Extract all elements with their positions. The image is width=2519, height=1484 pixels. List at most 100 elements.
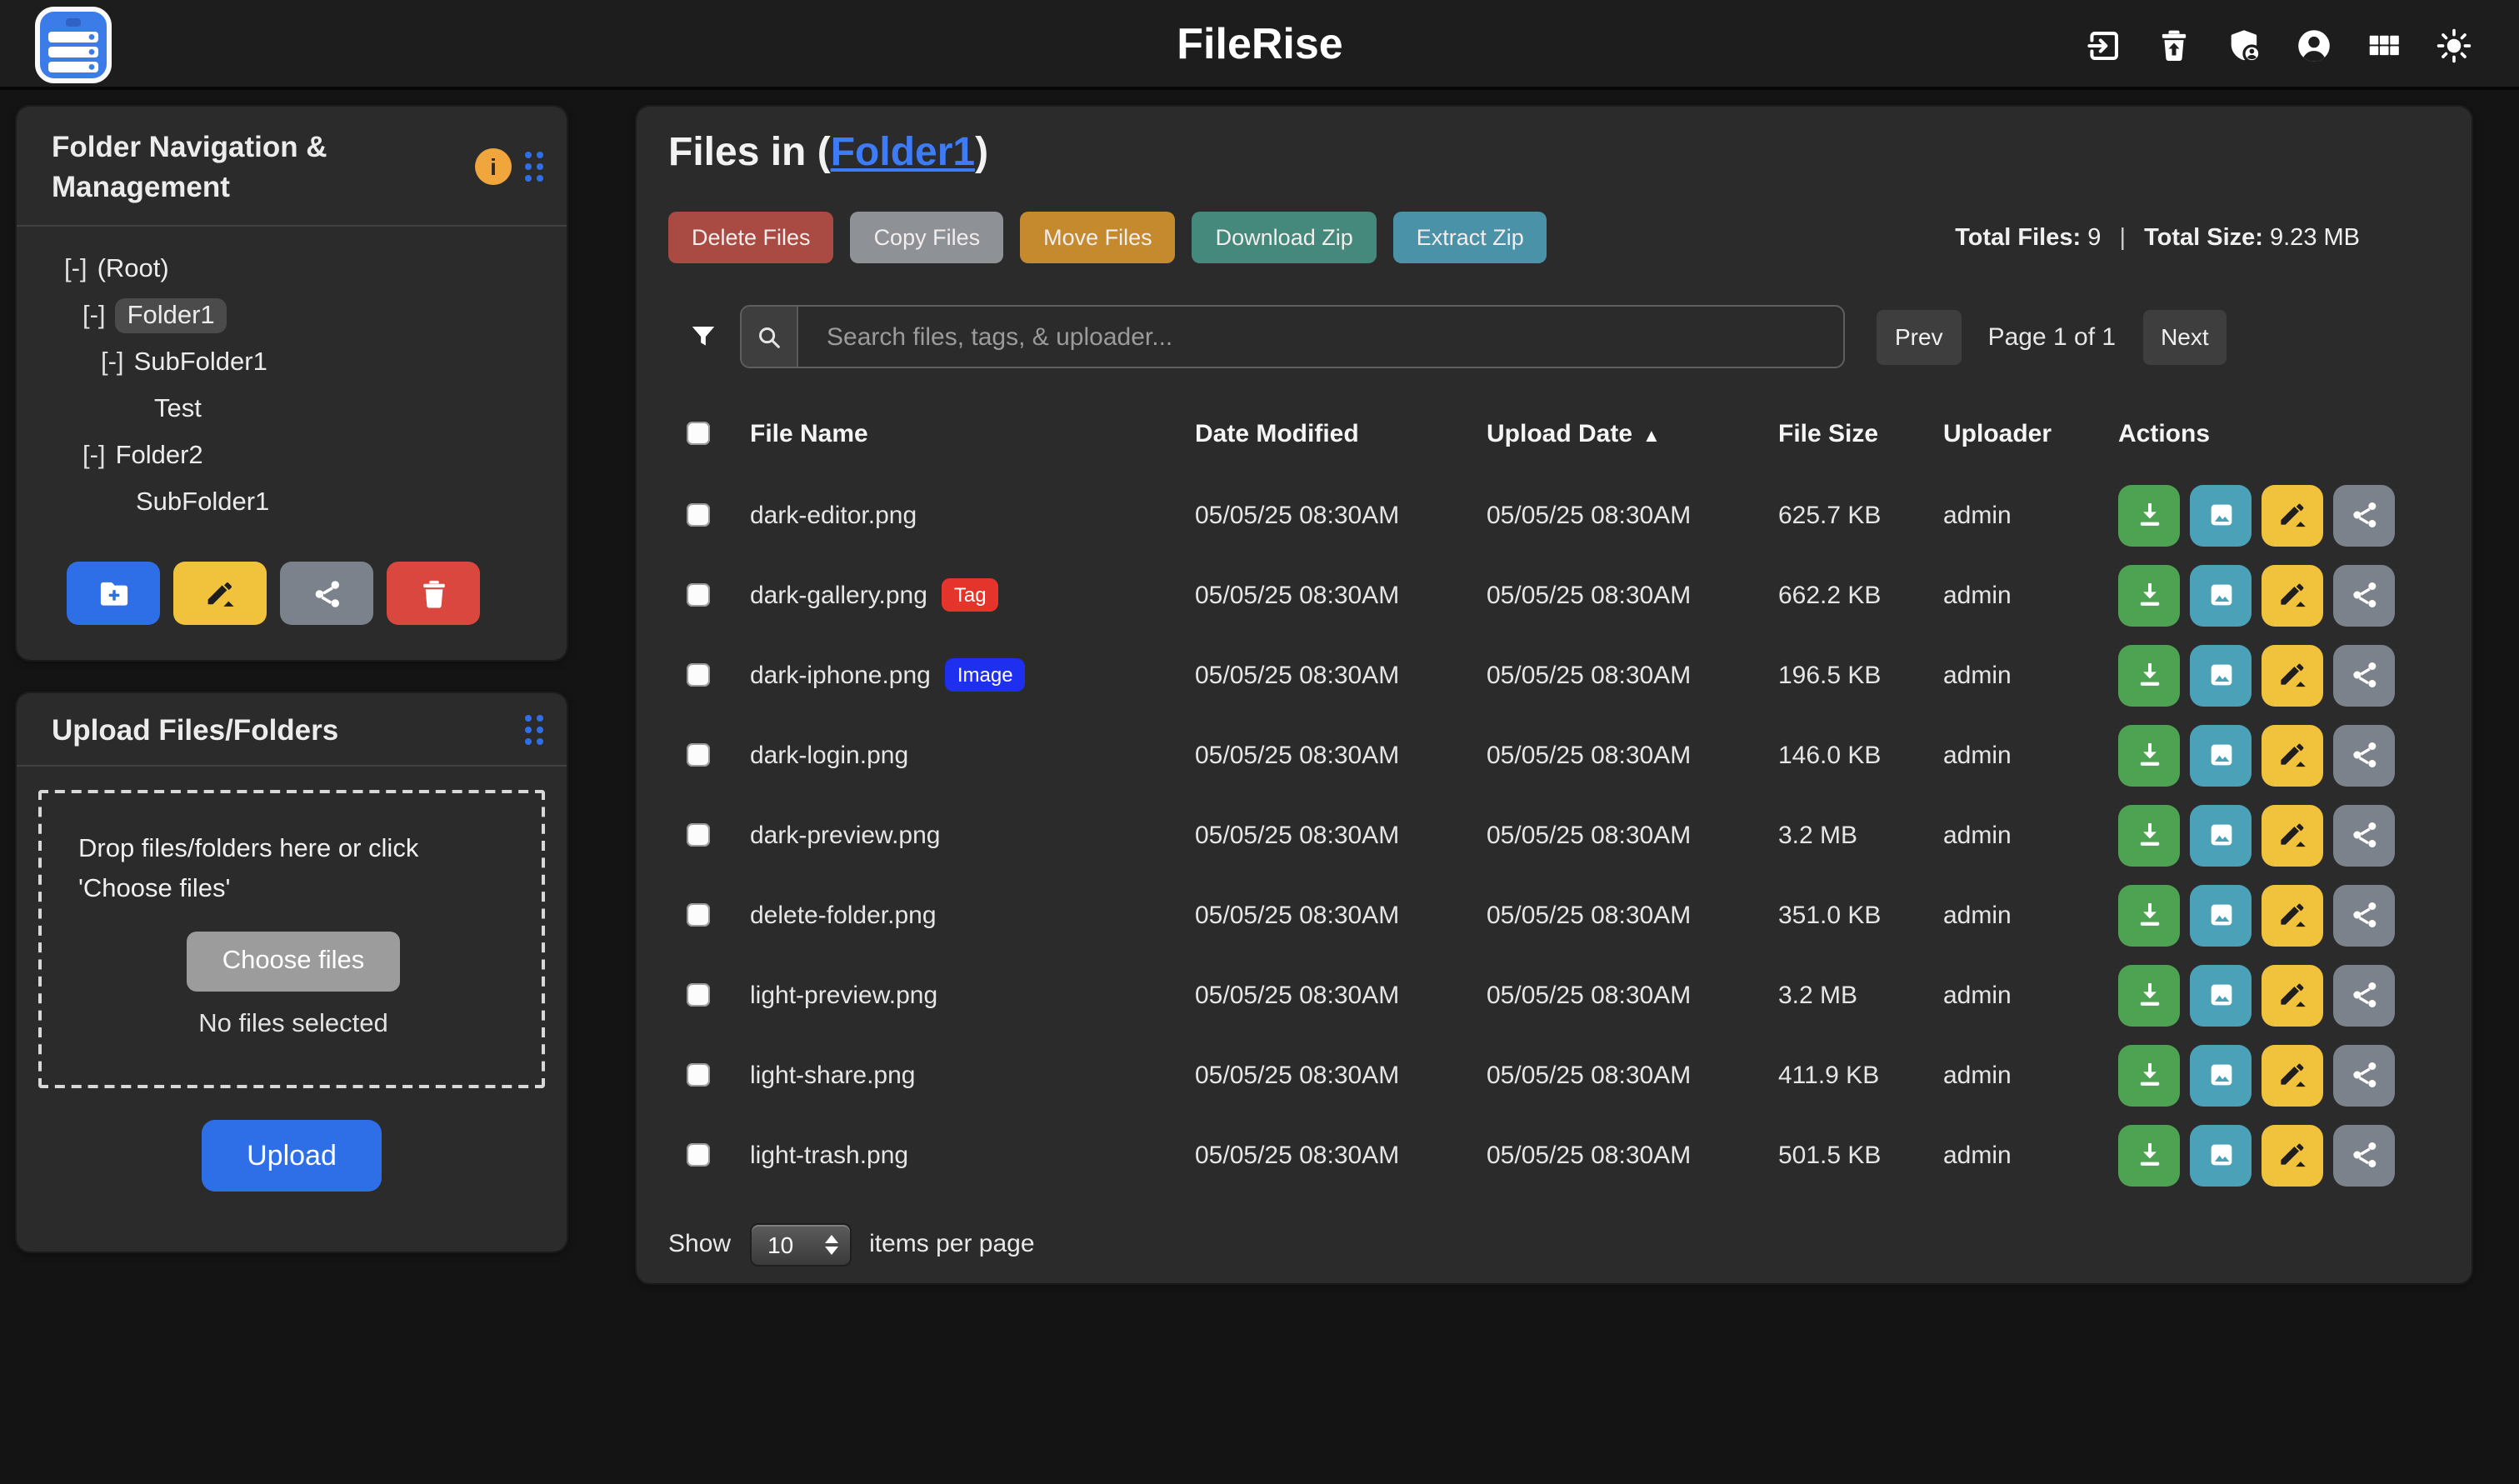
select-all-checkbox[interactable] xyxy=(687,422,710,445)
preview-image-button[interactable] xyxy=(2190,1124,2252,1186)
preview-image-button[interactable] xyxy=(2190,724,2252,786)
share-button[interactable] xyxy=(2333,1044,2395,1106)
share-button[interactable] xyxy=(2333,564,2395,626)
trash-restore-icon[interactable] xyxy=(2155,26,2193,64)
tree-toggle-icon[interactable]: [-] xyxy=(82,442,106,470)
next-page-button[interactable]: Next xyxy=(2142,309,2227,364)
search-input[interactable] xyxy=(798,307,1843,367)
share-button[interactable] xyxy=(2333,724,2395,786)
edit-button[interactable] xyxy=(2262,484,2323,546)
admin-shield-icon[interactable] xyxy=(2225,26,2263,64)
share-button[interactable] xyxy=(2333,804,2395,866)
download-button[interactable] xyxy=(2118,564,2180,626)
tree-item[interactable]: [-] Folder2 xyxy=(17,433,567,480)
row-checkbox[interactable] xyxy=(687,1063,710,1087)
edit-button[interactable] xyxy=(2262,964,2323,1026)
row-actions xyxy=(2118,564,2440,626)
download-button[interactable] xyxy=(2118,1044,2180,1106)
create-folder-button[interactable] xyxy=(67,562,160,625)
edit-button[interactable] xyxy=(2262,644,2323,706)
tree-item[interactable]: [-] SubFolder1 xyxy=(17,340,567,387)
drag-handle-icon[interactable] xyxy=(525,714,543,744)
share-button[interactable] xyxy=(2333,484,2395,546)
delete-files-button[interactable]: Delete Files xyxy=(668,212,834,263)
copy-files-button[interactable]: Copy Files xyxy=(851,212,1004,263)
preview-image-button[interactable] xyxy=(2190,884,2252,946)
preview-image-button[interactable] xyxy=(2190,484,2252,546)
row-checkbox[interactable] xyxy=(687,663,710,687)
edit-button[interactable] xyxy=(2262,564,2323,626)
tree-toggle-icon[interactable]: [-] xyxy=(101,348,124,377)
preview-image-button[interactable] xyxy=(2190,964,2252,1026)
column-header-date-modified[interactable]: Date Modified xyxy=(1195,419,1487,447)
download-button[interactable] xyxy=(2118,724,2180,786)
download-button[interactable] xyxy=(2118,484,2180,546)
row-checkbox[interactable] xyxy=(687,983,710,1007)
edit-button[interactable] xyxy=(2262,804,2323,866)
items-per-page-select[interactable]: 10 xyxy=(749,1222,851,1266)
edit-button[interactable] xyxy=(2262,1044,2323,1106)
column-header-uploader[interactable]: Uploader xyxy=(1943,419,2118,447)
tree-folder-label[interactable]: SubFolder1 xyxy=(136,488,269,517)
info-icon[interactable]: i xyxy=(475,147,512,184)
row-checkbox[interactable] xyxy=(687,743,710,767)
extract-zip-button[interactable]: Extract Zip xyxy=(1393,212,1547,263)
row-checkbox[interactable] xyxy=(687,1143,710,1167)
tree-folder-label[interactable]: SubFolder1 xyxy=(134,348,267,377)
share-button[interactable] xyxy=(2333,964,2395,1026)
preview-image-button[interactable] xyxy=(2190,1044,2252,1106)
share-folder-button[interactable] xyxy=(280,562,373,625)
share-button[interactable] xyxy=(2333,644,2395,706)
tree-toggle-icon[interactable]: [-] xyxy=(82,302,106,330)
file-name: dark-iphone.png xyxy=(750,661,931,689)
move-files-button[interactable]: Move Files xyxy=(1020,212,1176,263)
current-folder-link[interactable]: Folder1 xyxy=(831,130,975,175)
grid-view-icon[interactable] xyxy=(2365,26,2403,64)
column-header-file-name[interactable]: File Name xyxy=(750,419,1195,447)
tree-item[interactable]: [-] Folder1 xyxy=(17,293,567,340)
row-actions xyxy=(2118,884,2440,946)
share-button[interactable] xyxy=(2333,884,2395,946)
upload-button[interactable]: Upload xyxy=(202,1120,382,1192)
row-checkbox[interactable] xyxy=(687,503,710,527)
light-mode-sun-icon[interactable] xyxy=(2435,26,2473,64)
download-button[interactable] xyxy=(2118,804,2180,866)
preview-image-button[interactable] xyxy=(2190,804,2252,866)
tree-item[interactable]: SubFolder1 xyxy=(17,480,567,527)
prev-page-button[interactable]: Prev xyxy=(1877,309,1962,364)
logout-icon[interactable] xyxy=(2085,26,2123,64)
download-button[interactable] xyxy=(2118,964,2180,1026)
tree-item[interactable]: Test xyxy=(17,387,567,433)
tree-folder-label[interactable]: (Root) xyxy=(97,255,169,283)
edit-button[interactable] xyxy=(2262,1124,2323,1186)
date-modified: 05/05/25 08:30AM xyxy=(1195,1061,1487,1089)
row-checkbox[interactable] xyxy=(687,583,710,607)
preview-image-button[interactable] xyxy=(2190,644,2252,706)
preview-image-button[interactable] xyxy=(2190,564,2252,626)
row-checkbox[interactable] xyxy=(687,823,710,847)
date-modified: 05/05/25 08:30AM xyxy=(1195,1141,1487,1169)
user-account-icon[interactable] xyxy=(2295,26,2333,64)
tree-toggle-icon[interactable]: [-] xyxy=(64,255,87,283)
download-button[interactable] xyxy=(2118,644,2180,706)
download-zip-button[interactable]: Download Zip xyxy=(1192,212,1377,263)
tree-folder-label-selected[interactable]: Folder1 xyxy=(116,298,227,333)
edit-button[interactable] xyxy=(2262,724,2323,786)
table-row: dark-login.png05/05/25 08:30AM05/05/25 0… xyxy=(687,715,2440,795)
delete-folder-button[interactable] xyxy=(387,562,480,625)
column-header-file-size[interactable]: File Size xyxy=(1778,419,1943,447)
download-button[interactable] xyxy=(2118,1124,2180,1186)
drag-handle-icon[interactable] xyxy=(525,151,543,181)
tree-item[interactable]: [-] (Root) xyxy=(17,247,567,293)
file-dropzone[interactable]: Drop files/folders here or click 'Choose… xyxy=(38,790,545,1088)
column-header-upload-date[interactable]: Upload Date▲ xyxy=(1487,419,1778,447)
tree-folder-label[interactable]: Test xyxy=(154,395,202,423)
filter-funnel-icon[interactable] xyxy=(688,320,718,353)
share-button[interactable] xyxy=(2333,1124,2395,1186)
choose-files-button[interactable]: Choose files xyxy=(187,932,400,992)
rename-folder-button[interactable] xyxy=(173,562,267,625)
tree-folder-label[interactable]: Folder2 xyxy=(116,442,203,470)
row-checkbox[interactable] xyxy=(687,903,710,927)
edit-button[interactable] xyxy=(2262,884,2323,946)
download-button[interactable] xyxy=(2118,884,2180,946)
